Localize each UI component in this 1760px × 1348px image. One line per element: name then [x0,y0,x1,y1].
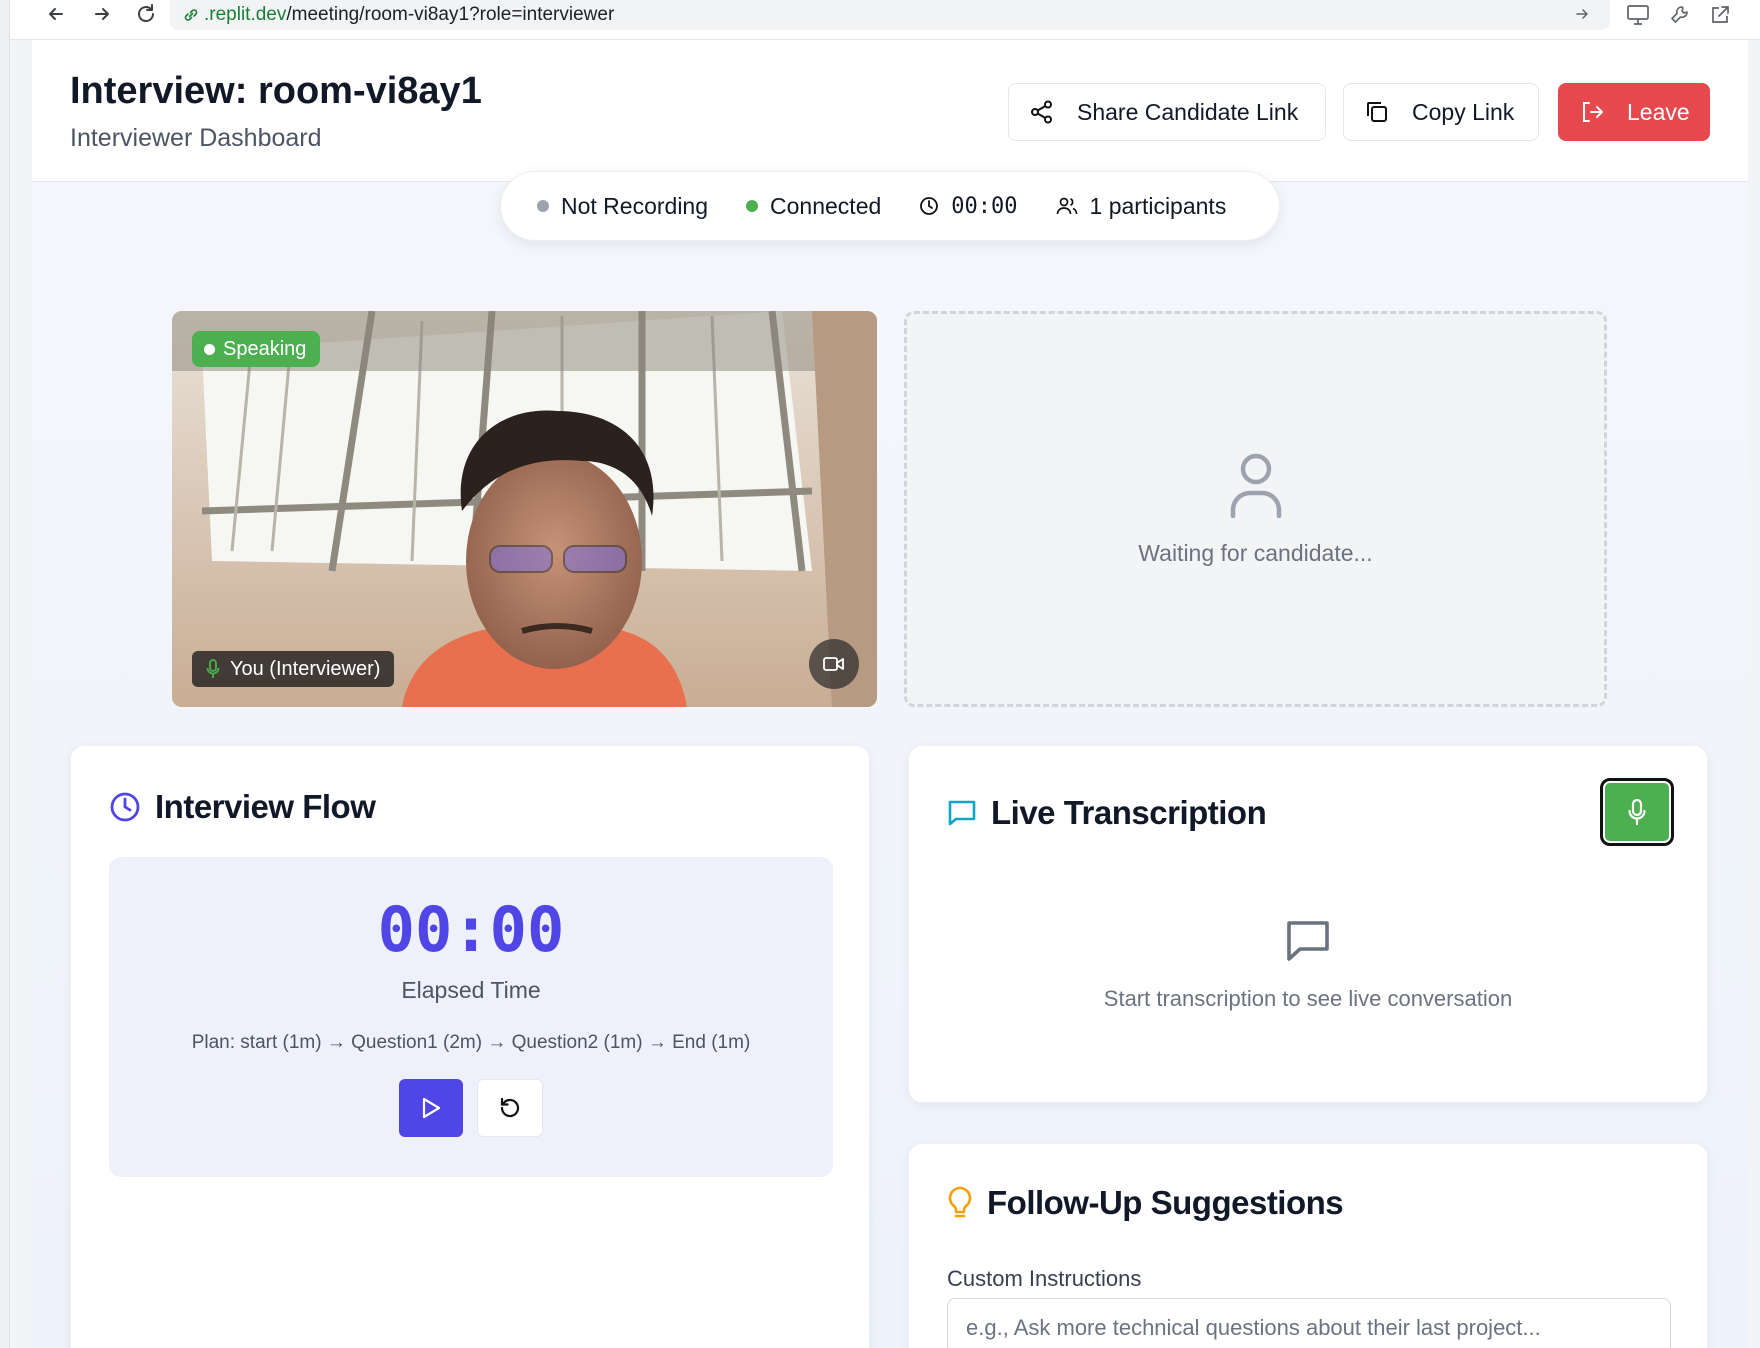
status-bar: Not Recording Connected 00:00 1 particip… [500,171,1280,241]
lightbulb-icon [947,1186,973,1220]
recording-status: Not Recording [537,193,708,220]
share-icon [1029,99,1055,125]
time-status: 00:00 [919,193,1018,219]
live-transcription-card: Live Transcription Start transcription t… [908,745,1708,1103]
microphone-icon [1628,799,1646,825]
leave-label: Leave [1627,98,1690,125]
start-transcription-button[interactable] [1600,778,1674,846]
external-link-icon[interactable] [1706,2,1734,28]
url-path: /meeting/room-vi8ay1?role=interviewer [286,4,615,25]
arrow-right-icon[interactable] [1574,6,1590,22]
speaking-badge-label: Speaking [223,337,307,360]
share-candidate-link-button[interactable]: Share Candidate Link [1008,83,1326,141]
message-square-icon [947,798,977,828]
live-transcription-header: Live Transcription [947,794,1267,832]
play-icon [420,1096,442,1120]
self-video-label-text: You (Interviewer) [230,657,381,680]
participants-label: 1 participants [1089,192,1227,219]
interview-plan: Plan: start (1m) → Question1 (2m) → Ques… [191,1032,751,1053]
sidebar-edge [0,0,10,1348]
recording-dot [537,200,549,212]
speaking-badge: Speaking [192,331,321,367]
clock-icon [919,196,939,216]
rotate-ccw-icon [497,1095,523,1121]
wrench-icon[interactable] [1666,2,1694,28]
browser-toolbar: .replit.dev/meeting/room-vi8ay1?role=int… [0,0,1760,40]
user-icon [1228,452,1284,518]
share-candidate-link-label: Share Candidate Link [1077,98,1299,125]
recording-status-label: Not Recording [561,192,709,219]
time-status-label: 00:00 [951,193,1018,219]
transcription-empty-state: Start transcription to see live conversa… [909,918,1707,1012]
interview-flow-header: Interview Flow [109,788,376,826]
elapsed-timer: 00:00 [377,893,565,966]
start-timer-button[interactable] [399,1079,463,1137]
copy-link-label: Copy Link [1412,98,1515,125]
waiting-text: Waiting for candidate... [1138,539,1373,566]
connection-status-label: Connected [770,192,882,219]
leave-button[interactable]: Leave [1558,83,1710,141]
timer-panel: 00:00 Elapsed Time Plan: start (1m) → Qu… [109,857,833,1177]
clock-icon [109,791,141,823]
candidate-video-placeholder: Waiting for candidate... [904,311,1607,707]
page-title: Interview: room-vi8ay1 [70,70,482,112]
camera-toggle-button[interactable] [809,639,859,689]
self-video-label: You (Interviewer) [192,651,395,687]
monitor-icon[interactable] [1624,2,1652,28]
custom-instructions-input[interactable] [947,1298,1671,1348]
transcription-empty-text: Start transcription to see live conversa… [1103,986,1513,1011]
elapsed-time-label: Elapsed Time [401,977,541,1003]
connection-dot [746,200,759,212]
follow-up-suggestions-header: Follow-Up Suggestions [947,1184,1344,1222]
logout-icon [1579,99,1605,125]
app-root: Interview: room-vi8ay1 Interviewer Dashb… [32,40,1748,1348]
users-icon [1056,196,1078,216]
live-transcription-title: Live Transcription [991,794,1267,831]
participants-status: 1 participants [1056,192,1227,220]
mic-icon [206,659,220,679]
connection-status: Connected [746,193,881,220]
copy-link-button[interactable]: Copy Link [1343,83,1539,141]
speaking-dot [204,343,215,355]
camera-feed-image [172,311,877,707]
interview-flow-title: Interview Flow [155,788,376,825]
video-camera-icon [823,656,845,672]
page-subtitle: Interviewer Dashboard [70,124,322,152]
forward-icon[interactable] [86,0,118,28]
link-icon [182,6,200,24]
back-icon[interactable] [40,0,72,28]
custom-instructions-label: Custom Instructions [947,1266,1142,1291]
follow-up-suggestions-card: Follow-Up Suggestions Custom Instruction… [908,1143,1708,1348]
interviewer-video-tile: Speaking You (Interviewer) [172,311,877,707]
chat-bubble-icon [1285,918,1331,964]
url-domain: .replit.dev [204,4,287,25]
page-header: Interview: room-vi8ay1 Interviewer Dashb… [32,40,1748,182]
reload-icon[interactable] [130,0,162,28]
follow-up-suggestions-title: Follow-Up Suggestions [987,1184,1344,1221]
address-bar[interactable]: .replit.dev/meeting/room-vi8ay1?role=int… [170,0,1610,30]
copy-icon [1364,99,1390,125]
interview-flow-card: Interview Flow 00:00 Elapsed Time Plan: … [70,745,870,1348]
reset-timer-button[interactable] [477,1079,543,1137]
